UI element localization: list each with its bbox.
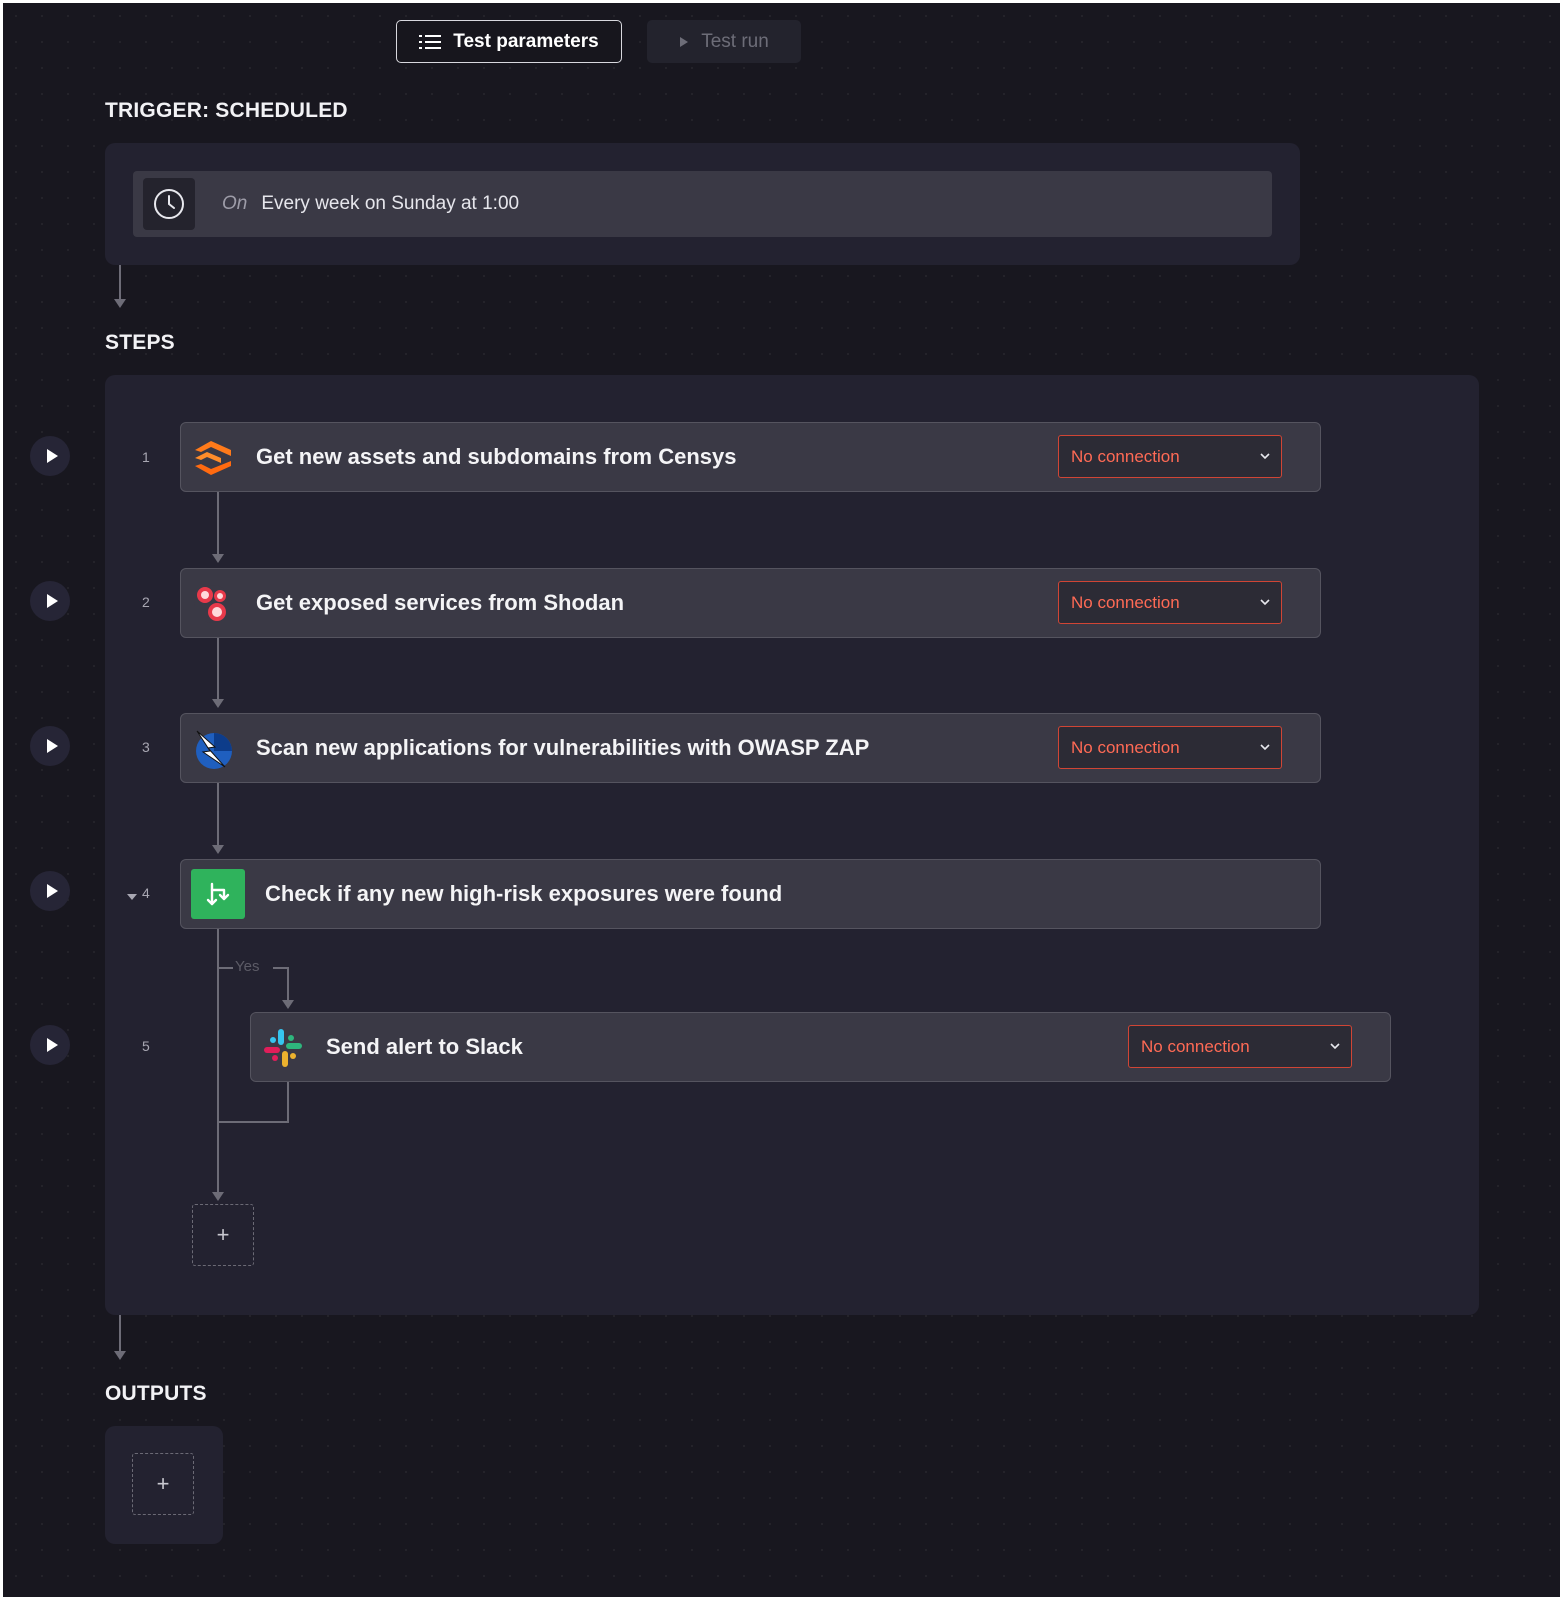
- censys-icon: [195, 441, 231, 475]
- connector-arrow: [212, 845, 224, 854]
- connector-arrow: [212, 1192, 224, 1201]
- run-step-1-button[interactable]: [30, 436, 70, 476]
- step-card-censys[interactable]: Get new assets and subdomains from Censy…: [180, 422, 1321, 492]
- steps-panel: [105, 375, 1479, 1315]
- test-run-button[interactable]: Test run: [647, 20, 801, 63]
- branch-line: [217, 967, 233, 969]
- step-card-slack[interactable]: Send alert to Slack No connection: [250, 1012, 1391, 1082]
- step-number: 3: [142, 739, 150, 755]
- run-step-4-button[interactable]: [30, 871, 70, 911]
- connector-line: [217, 492, 219, 558]
- connector-arrow: [114, 1351, 126, 1360]
- run-step-2-button[interactable]: [30, 581, 70, 621]
- chevron-down-icon: [1330, 1043, 1340, 1050]
- connection-select[interactable]: No connection: [1058, 726, 1282, 769]
- clock-icon: [143, 178, 195, 230]
- slack-icon: [264, 1029, 302, 1067]
- branch-icon: [191, 869, 245, 919]
- chevron-down-icon: [1260, 599, 1270, 606]
- add-step-button[interactable]: +: [192, 1204, 254, 1266]
- step-title: Get new assets and subdomains from Censy…: [256, 444, 737, 469]
- branch-arrow: [282, 1000, 294, 1009]
- trigger-on-label: On: [222, 193, 248, 214]
- test-parameters-button[interactable]: Test parameters: [396, 20, 622, 63]
- chevron-down-icon: [1260, 453, 1270, 460]
- add-output-button[interactable]: +: [132, 1453, 194, 1515]
- run-step-5-button[interactable]: [30, 1025, 70, 1065]
- step-title: Get exposed services from Shodan: [256, 590, 625, 615]
- connector-line: [217, 783, 219, 849]
- connection-select-value: No connection: [1141, 1036, 1250, 1056]
- step-card-owasp-zap[interactable]: Scan new applications for vulnerabilitie…: [180, 713, 1321, 783]
- connection-select-value: No connection: [1071, 446, 1180, 466]
- outputs-heading: OUTPUTS: [105, 1382, 207, 1405]
- connector-arrow: [212, 699, 224, 708]
- owasp-zap-icon: [196, 730, 232, 769]
- connector-line: [119, 1315, 121, 1353]
- branch-line: [287, 967, 289, 1003]
- trigger-heading: TRIGGER: SCHEDULED: [105, 99, 348, 122]
- step-title: Send alert to Slack: [326, 1034, 523, 1059]
- play-icon: [680, 36, 689, 47]
- run-step-3-button[interactable]: [30, 726, 70, 766]
- branch-return-line: [287, 1081, 289, 1123]
- connection-select[interactable]: No connection: [1058, 435, 1282, 478]
- trigger-schedule-text: Every week on Sunday at 1:00: [261, 193, 520, 214]
- step-number: 1: [142, 449, 150, 465]
- branch-yes-label: Yes: [235, 958, 260, 975]
- trigger-schedule-row[interactable]: On Every week on Sunday at 1:00: [133, 171, 1272, 237]
- connection-select-value: No connection: [1071, 737, 1180, 757]
- collapse-caret-icon[interactable]: [127, 893, 137, 901]
- step-number: 4: [142, 885, 150, 901]
- step-title: Scan new applications for vulnerabilitie…: [256, 735, 870, 760]
- test-run-label: Test run: [701, 30, 769, 52]
- connection-select[interactable]: No connection: [1128, 1025, 1352, 1068]
- shodan-icon: [194, 585, 232, 623]
- list-icon: [419, 34, 442, 49]
- connector-line: [119, 265, 121, 301]
- connection-select-value: No connection: [1071, 592, 1180, 612]
- step-number: 2: [142, 594, 150, 610]
- step-card-shodan[interactable]: Get exposed services from Shodan No conn…: [180, 568, 1321, 638]
- connector-arrow: [212, 554, 224, 563]
- connector-arrow: [114, 299, 126, 308]
- step-number: 5: [142, 1038, 150, 1054]
- steps-heading: STEPS: [105, 331, 175, 354]
- branch-line: [273, 967, 287, 969]
- workflow-canvas: Test parameters Test run TRIGGER: SCHEDU…: [3, 3, 1560, 1597]
- step-card-condition[interactable]: Check if any new high-risk exposures wer…: [180, 859, 1321, 929]
- chevron-down-icon: [1260, 744, 1270, 751]
- test-parameters-label: Test parameters: [453, 30, 599, 52]
- step-title: Check if any new high-risk exposures wer…: [265, 881, 783, 906]
- connector-line: [217, 637, 219, 703]
- branch-return-line: [217, 1121, 289, 1123]
- connection-select[interactable]: No connection: [1058, 581, 1282, 624]
